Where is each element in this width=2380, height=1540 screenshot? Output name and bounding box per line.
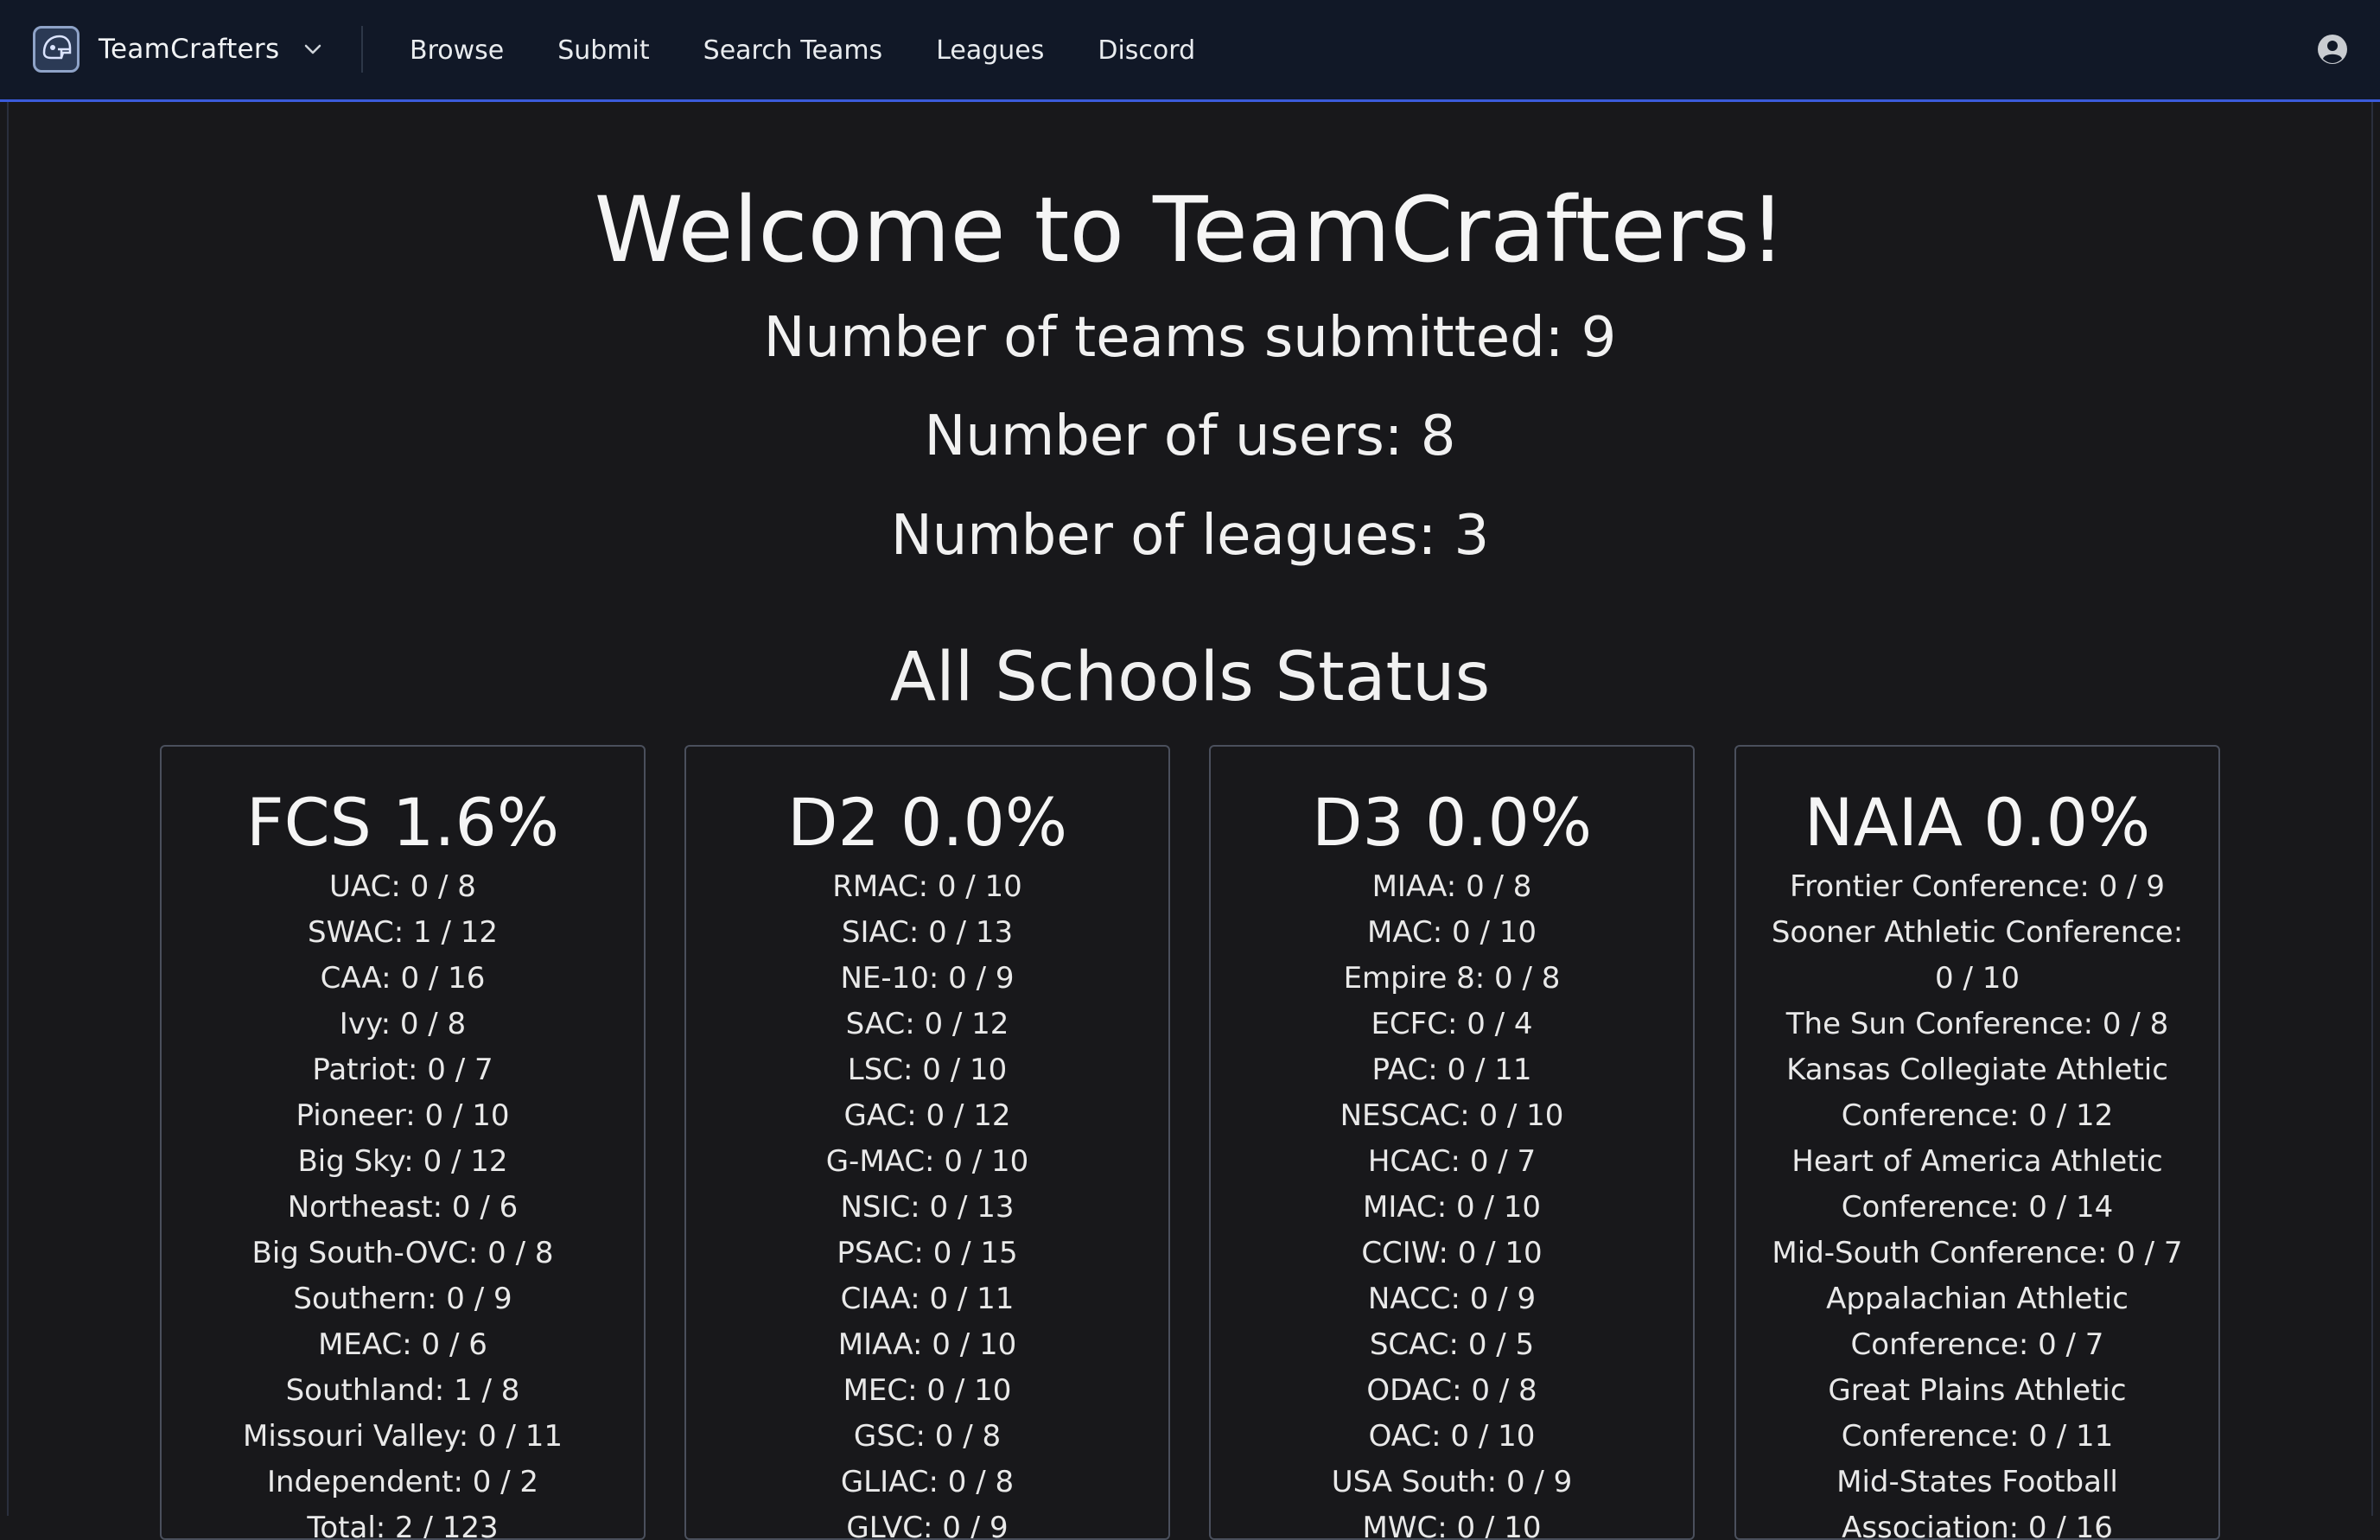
schools-status-title: All Schools Status [889,639,1491,716]
fcs-status-card: FCS 1.6% UAC: 0 / 8 SWAC: 1 / 12 CAA: 0 … [160,745,646,1540]
conference-item: MIAA: 0 / 10 [837,1327,1017,1362]
conference-item: Appalachian Athletic Conference: 0 / 7 [1826,1282,2129,1362]
conference-item: CIAA: 0 / 11 [840,1282,1015,1316]
conference-item: MEC: 0 / 10 [843,1373,1012,1408]
d2-status-card: D2 0.0% RMAC: 0 / 10 SIAC: 0 / 13 NE-10:… [684,745,1170,1540]
nav-discord-link[interactable]: Discord [1098,35,1195,66]
nav-links: Browse Submit Search Teams Leagues Disco… [410,0,1249,100]
conference-item: ODAC: 0 / 8 [1366,1373,1537,1408]
nav-browse-link[interactable]: Browse [410,35,504,66]
conference-item: GLIAC: 0 / 8 [840,1465,1015,1499]
naia-status-card: NAIA 0.0% Frontier Conference: 0 / 9 Soo… [1734,745,2220,1540]
conference-item: Big South-OVC: 0 / 8 [251,1236,554,1270]
conference-item: Southland: 1 / 8 [285,1373,520,1408]
conference-item: Missouri Valley: 0 / 11 [243,1419,563,1454]
conference-item: Kansas Collegiate Athletic Conference: 0… [1786,1053,2168,1133]
conference-item: ECFC: 0 / 4 [1371,1007,1533,1041]
conference-list: UAC: 0 / 8 SWAC: 1 / 12 CAA: 0 / 16 Ivy:… [162,864,644,1540]
conference-item: SAC: 0 / 12 [845,1007,1009,1041]
conference-item: Mid-States Football Association: 0 / 16 [1836,1465,2118,1540]
conference-item: Northeast: 0 / 6 [287,1190,519,1225]
conference-item: Total: 2 / 123 [307,1511,499,1540]
conference-item: HCAC: 0 / 7 [1367,1144,1537,1179]
nav-leagues-link[interactable]: Leagues [936,35,1044,66]
conference-item: MIAC: 0 / 10 [1363,1190,1541,1225]
conference-item: Southern: 0 / 9 [293,1282,512,1316]
conference-item: The Sun Conference: 0 / 8 [1785,1007,2169,1041]
conference-item: NESCAC: 0 / 10 [1340,1098,1564,1133]
card-title: D2 0.0% [786,784,1068,861]
conference-item: RMAC: 0 / 10 [832,869,1022,904]
conference-item: MIAA: 0 / 8 [1371,869,1532,904]
conference-item: MWC: 0 / 10 [1362,1511,1542,1540]
teams-submitted-stat: Number of teams submitted: 9 [763,306,1617,370]
conference-item: Sooner Athletic Conference: 0 / 10 [1771,915,2184,996]
conference-list: MIAA: 0 / 8 MAC: 0 / 10 Empire 8: 0 / 8 … [1211,864,1693,1540]
conference-item: Frontier Conference: 0 / 9 [1789,869,2166,904]
conference-item: Heart of America Athletic Conference: 0 … [1791,1144,2163,1225]
conference-item: GSC: 0 / 8 [853,1419,1002,1454]
account-icon[interactable] [2316,33,2349,66]
nav-divider [361,26,363,73]
page-title: Welcome to TeamCrafters! [594,177,1786,283]
conference-list: RMAC: 0 / 10 SIAC: 0 / 13 NE-10: 0 / 9 S… [686,864,1168,1540]
brand-dropdown[interactable]: TeamCrafters [33,25,322,73]
conference-item: NE-10: 0 / 9 [840,961,1015,996]
conference-item: SWAC: 1 / 12 [308,915,498,950]
conference-item: UAC: 0 / 8 [329,869,476,904]
conference-item: CCIW: 0 / 10 [1361,1236,1543,1270]
conference-item: Big Sky: 0 / 12 [297,1144,508,1179]
conference-item: PAC: 0 / 11 [1371,1053,1532,1087]
conference-item: SCAC: 0 / 5 [1369,1327,1535,1362]
conference-item: GAC: 0 / 12 [843,1098,1011,1133]
conference-item: Patriot: 0 / 7 [312,1053,493,1087]
d3-status-card: D3 0.0% MIAA: 0 / 8 MAC: 0 / 10 Empire 8… [1209,745,1695,1540]
conference-item: PSAC: 0 / 15 [837,1236,1018,1270]
conference-item: NACC: 0 / 9 [1367,1282,1537,1316]
brand-name: TeamCrafters [99,34,280,65]
conference-list: Frontier Conference: 0 / 9 Sooner Athlet… [1736,864,2218,1540]
conference-item: SIAC: 0 / 13 [841,915,1014,950]
conference-item: Empire 8: 0 / 8 [1343,961,1561,996]
leagues-stat: Number of leagues: 3 [890,504,1490,568]
conference-item: NSIC: 0 / 13 [840,1190,1015,1225]
conference-item: LSC: 0 / 10 [847,1053,1008,1087]
nav-submit-link[interactable]: Submit [557,35,649,66]
conference-item: CAA: 0 / 16 [320,961,486,996]
conference-item: USA South: 0 / 9 [1331,1465,1573,1499]
helmet-logo-icon [33,26,80,73]
conference-item: Ivy: 0 / 8 [339,1007,467,1041]
conference-item: Independent: 0 / 2 [266,1465,539,1499]
card-title: NAIA 0.0% [1804,784,2151,861]
card-title: D3 0.0% [1311,784,1593,861]
conference-item: G-MAC: 0 / 10 [825,1144,1029,1179]
conference-item: GLVC: 0 / 9 [846,1511,1009,1540]
conference-item: Mid-South Conference: 0 / 7 [1772,1236,2183,1270]
top-navbar: TeamCrafters Browse Submit Search Teams … [0,0,2380,102]
conference-item: Great Plains Athletic Conference: 0 / 11 [1828,1373,2127,1454]
conference-item: MAC: 0 / 10 [1367,915,1537,950]
card-title: FCS 1.6% [245,784,560,861]
users-stat: Number of users: 8 [924,404,1456,468]
conference-item: MEAC: 0 / 6 [318,1327,487,1362]
conference-item: OAC: 0 / 10 [1368,1419,1536,1454]
conference-item: Pioneer: 0 / 10 [296,1098,510,1133]
chevron-down-icon [303,40,322,59]
nav-search-teams-link[interactable]: Search Teams [703,35,883,66]
